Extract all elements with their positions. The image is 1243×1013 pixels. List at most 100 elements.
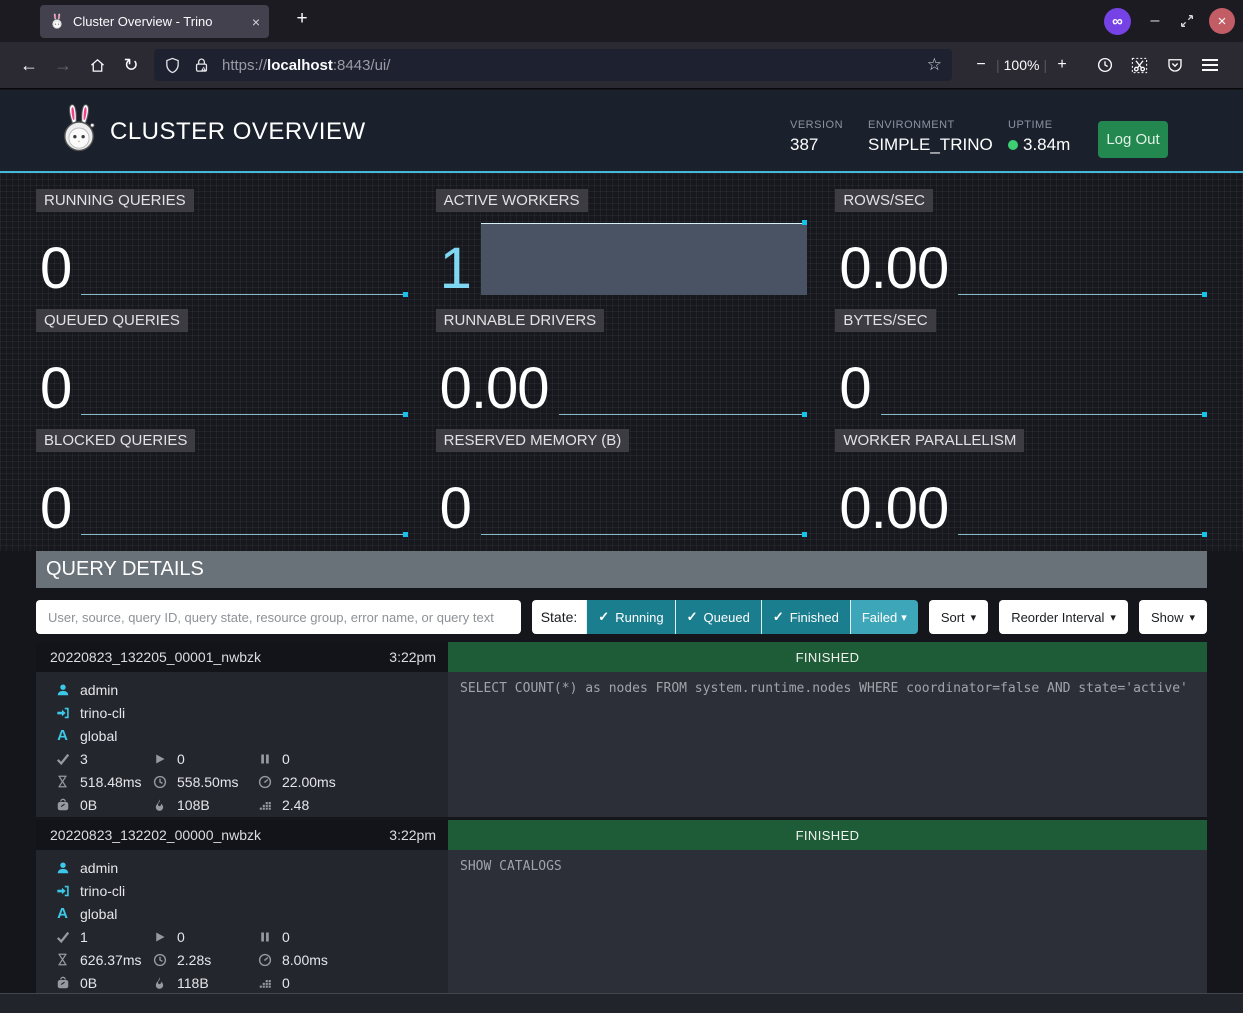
total-time-clock-icon: [151, 775, 168, 789]
tile-value: 0.00: [835, 482, 948, 535]
state-failed-dropdown[interactable]: Failed ▾: [850, 600, 918, 634]
lock-warning-icon[interactable]: [193, 57, 210, 74]
forward-button[interactable]: →: [46, 49, 80, 81]
tab-close-icon[interactable]: ×: [252, 14, 260, 30]
page-title: CLUSTER OVERVIEW: [110, 118, 366, 146]
url-bar[interactable]: https://localhost:8443/ui/ ☆: [154, 49, 952, 81]
shield-icon[interactable]: [164, 57, 181, 74]
query-resource-group: global: [80, 728, 117, 744]
sparkline: [481, 223, 807, 295]
tile-label: WORKER PARALLELISM: [835, 429, 1024, 452]
tile-running-queries: RUNNING QUERIES 0: [36, 189, 408, 299]
sparkline: [81, 343, 407, 415]
state-filter-label: State:: [532, 600, 587, 634]
tile-label: RUNNING QUERIES: [36, 189, 194, 212]
query-resource-group: global: [80, 906, 117, 922]
current-memory: 0B: [80, 797, 97, 813]
state-running-toggle[interactable]: ✓ Running: [586, 600, 674, 634]
page-bottom-strip: [0, 993, 1243, 1013]
parallelism-chart-icon: [256, 976, 273, 990]
state-finished-toggle[interactable]: ✓ Finished: [761, 600, 850, 634]
cpu-time-gauge-icon: [256, 953, 273, 967]
query-search-input[interactable]: [36, 600, 521, 634]
query-details-header: QUERY DETAILS: [36, 551, 1207, 588]
query-time: 3:22pm: [389, 827, 436, 843]
new-tab-button[interactable]: +: [286, 3, 318, 35]
sparkline: [481, 463, 807, 535]
check-icon: ✓: [687, 609, 698, 625]
current-memory-icon: [54, 798, 71, 812]
tile-value: 0: [436, 482, 471, 535]
query-card: 20220823_132205_00001_nwbzk 3:22pm FINIS…: [36, 642, 1207, 817]
source-signin-icon: [54, 884, 71, 898]
tile-label: QUEUED QUERIES: [36, 309, 188, 332]
wall-time-hourglass-icon: [54, 775, 71, 788]
running-splits-play-icon: [151, 753, 168, 765]
query-time: 3:22pm: [389, 649, 436, 665]
cumulative-memory-flame-icon: [151, 976, 168, 990]
version-value: 387: [790, 135, 843, 155]
zoom-in-button[interactable]: +: [1047, 56, 1077, 74]
cumulative-memory-flame-icon: [151, 798, 168, 812]
environment-label: ENVIRONMENT: [868, 119, 993, 131]
home-button[interactable]: [80, 49, 114, 81]
query-sql-text[interactable]: SELECT COUNT(*) as nodes FROM system.run…: [448, 672, 1207, 817]
tile-value: 1: [436, 242, 471, 295]
completed-splits: 1: [80, 929, 88, 945]
browser-tab[interactable]: Cluster Overview - Trino ×: [40, 5, 269, 38]
queued-splits: 0: [282, 751, 290, 767]
wall-time: 626.37ms: [80, 952, 141, 968]
cumulative-memory: 118B: [177, 975, 209, 991]
tile-label: BYTES/SEC: [835, 309, 935, 332]
chevron-down-icon: ▾: [901, 611, 907, 624]
tile-value: 0.00: [436, 362, 549, 415]
pocket-icon[interactable]: [1157, 56, 1192, 74]
bookmark-star-icon[interactable]: ☆: [927, 55, 942, 75]
query-id-link[interactable]: 20220823_132202_00000_nwbzk: [50, 827, 261, 843]
version-block: VERSION 387: [790, 119, 843, 155]
sparkline: [958, 463, 1207, 535]
trino-favicon-icon: [49, 13, 65, 30]
query-source: trino-cli: [80, 705, 125, 721]
sparkline: [881, 343, 1207, 415]
current-memory-icon: [54, 976, 71, 990]
reload-button[interactable]: ↻: [114, 49, 148, 81]
query-status-bar: FINISHED: [448, 820, 1207, 850]
query-stats-panel: admin trino-cli Aglobal 3 0 0 518.48ms 5…: [36, 672, 448, 817]
zoom-level[interactable]: 100%: [1000, 57, 1044, 73]
query-sql-text[interactable]: SHOW CATALOGS: [448, 850, 1207, 993]
tile-value: 0: [835, 362, 870, 415]
history-clock-icon[interactable]: [1087, 56, 1122, 74]
state-queued-toggle[interactable]: ✓ Queued: [675, 600, 761, 634]
browser-tab-strip: Cluster Overview - Trino × + ∞ – ×: [0, 0, 1243, 42]
back-button[interactable]: ←: [12, 49, 46, 81]
metrics-section: RUNNING QUERIES 0 ACTIVE WORKERS 1 ROWS/…: [0, 173, 1243, 551]
tile-label: RESERVED MEMORY (B): [436, 429, 630, 452]
reorder-interval-dropdown[interactable]: Reorder Interval ▾: [999, 600, 1128, 634]
screen: Cluster Overview - Trino × + ∞ – × ← → ↻: [0, 0, 1243, 1013]
query-id-link[interactable]: 20220823_132205_00001_nwbzk: [50, 649, 261, 665]
uptime-block: UPTIME 3.84m: [1008, 119, 1070, 155]
window-close-button[interactable]: ×: [1209, 8, 1235, 34]
query-card: 20220823_132202_00000_nwbzk 3:22pm FINIS…: [36, 820, 1207, 993]
show-dropdown[interactable]: Show ▾: [1139, 600, 1207, 634]
sort-dropdown[interactable]: Sort ▾: [929, 600, 988, 634]
menu-hamburger-icon[interactable]: [1192, 58, 1227, 72]
window-minimize-button[interactable]: –: [1145, 12, 1165, 30]
tile-label: ACTIVE WORKERS: [436, 189, 588, 212]
cluster-header: CLUSTER OVERVIEW VERSION 387 ENVIRONMENT…: [0, 90, 1243, 173]
total-time-clock-icon: [151, 953, 168, 967]
uptime-label: UPTIME: [1008, 119, 1070, 131]
uptime-status-dot: [1008, 140, 1018, 150]
uptime-value: 3.84m: [1023, 135, 1070, 155]
screenshot-scissors-icon[interactable]: [1122, 56, 1157, 75]
window-restore-button[interactable]: [1179, 13, 1195, 29]
chevron-down-icon: ▾: [1110, 611, 1116, 624]
tile-rows-sec: ROWS/SEC 0.00: [835, 189, 1207, 299]
queued-splits: 0: [282, 929, 290, 945]
running-splits: 0: [177, 751, 185, 767]
tile-blocked-queries: BLOCKED QUERIES 0: [36, 429, 408, 539]
trino-ui-page: CLUSTER OVERVIEW VERSION 387 ENVIRONMENT…: [0, 90, 1243, 1013]
zoom-out-button[interactable]: −: [966, 56, 996, 74]
logout-button[interactable]: Log Out: [1098, 121, 1168, 158]
